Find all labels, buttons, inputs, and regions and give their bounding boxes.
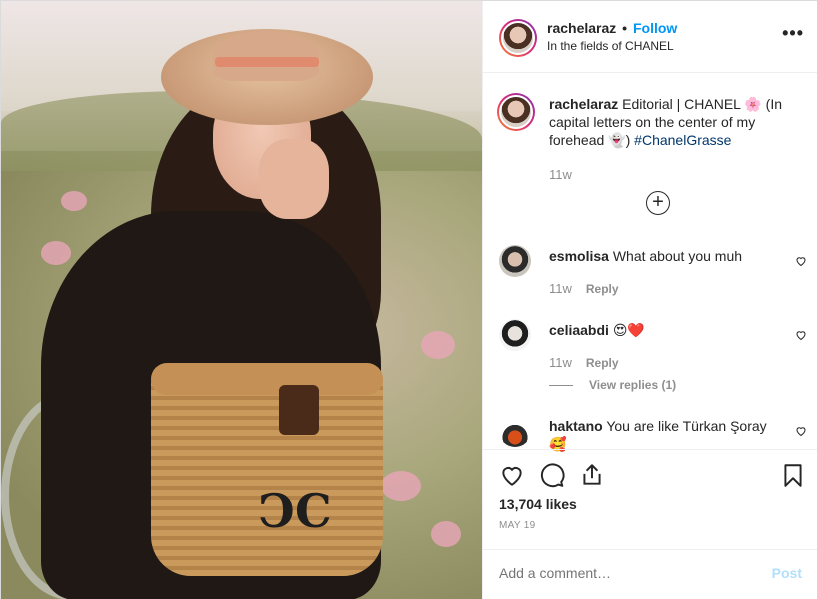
comment-time: 11w <box>549 355 572 370</box>
comment-meta: 11w Reply <box>549 281 619 296</box>
ghost-emoji: 👻 <box>608 132 626 148</box>
comment-text: 😍❤️ <box>612 322 645 338</box>
caption-text-1: Editorial | CHANEL <box>622 96 741 112</box>
view-replies-label: View replies (1) <box>589 378 677 392</box>
comment-text: What about you muh <box>612 248 743 264</box>
photo-basket-clasp <box>279 385 319 435</box>
more-options-icon[interactable]: ••• <box>782 23 804 44</box>
comment-username[interactable]: haktano <box>549 418 603 434</box>
load-more-comments-icon[interactable]: + <box>646 191 670 215</box>
post-actions: 13,704 likes MAY 19 <box>483 449 817 549</box>
photo-basket <box>151 366 383 576</box>
photo-hat-band <box>215 57 319 67</box>
reply-button[interactable]: Reply <box>586 282 619 296</box>
chanel-logo: ↃC <box>258 484 332 538</box>
photo-flower <box>431 521 461 547</box>
photo-flower <box>421 331 455 359</box>
separator-dot: • <box>622 20 628 36</box>
location-link[interactable]: In the fields of CHANEL <box>547 39 674 53</box>
post-photo[interactable]: ↃC <box>1 1 482 599</box>
comment-bubble-icon[interactable] <box>539 462 565 488</box>
like-heart-icon[interactable] <box>499 462 525 488</box>
post-header: rachelaraz • Follow In the fields of CHA… <box>483 1 817 73</box>
post-side-panel: rachelaraz • Follow In the fields of CHA… <box>482 1 817 599</box>
instagram-post: ↃC rachelaraz • Follow In the fields of … <box>0 0 817 599</box>
comment: celiaabdi 😍❤️ <box>549 321 779 339</box>
photo-hand <box>259 139 329 219</box>
photo-flower <box>41 241 71 265</box>
photo-flower <box>381 471 421 501</box>
hashtag-link[interactable]: #ChanelGrasse <box>634 132 731 148</box>
comment-time: 11w <box>549 281 572 296</box>
comment-username[interactable]: celiaabdi <box>549 322 609 338</box>
photo-basket-lid <box>151 363 383 395</box>
caption: rachelaraz Editorial | CHANEL 🌸 (In capi… <box>549 95 799 149</box>
photo-hat-crown <box>213 31 319 81</box>
comment-username[interactable]: esmolisa <box>549 248 609 264</box>
post-date: MAY 19 <box>499 520 536 531</box>
comment: esmolisa What about you muh <box>549 247 779 265</box>
view-replies-line <box>549 385 573 387</box>
post-comment-button[interactable]: Post <box>772 565 802 581</box>
header-username[interactable]: rachelaraz <box>547 20 616 36</box>
commenter-avatar[interactable] <box>499 415 531 447</box>
share-icon[interactable] <box>579 462 605 488</box>
reply-button[interactable]: Reply <box>586 356 619 370</box>
photo-flower <box>61 191 87 211</box>
commenter-avatar[interactable] <box>499 319 531 351</box>
likes-count[interactable]: 13,704 likes <box>499 496 577 512</box>
like-comment-heart-icon[interactable] <box>795 425 807 440</box>
follow-button[interactable]: Follow <box>633 20 677 36</box>
caption-username[interactable]: rachelaraz <box>549 96 618 112</box>
comment-meta: 11w Reply <box>549 355 619 370</box>
caption-text-3: ) <box>625 132 631 148</box>
view-replies-button[interactable]: View replies (1) <box>549 378 676 392</box>
header-line: rachelaraz • Follow <box>547 20 677 36</box>
caption-avatar[interactable] <box>497 93 535 131</box>
comment-input[interactable] <box>499 565 729 581</box>
add-comment-bar: Post <box>483 549 817 599</box>
like-comment-heart-icon[interactable] <box>795 255 807 270</box>
cherry-blossom-emoji: 🌸 <box>744 96 762 112</box>
caption-time: 11w <box>549 167 572 182</box>
author-avatar[interactable] <box>499 19 537 57</box>
comment: haktano You are like Türkan Şoray 🥰 <box>549 417 779 453</box>
commenter-avatar[interactable] <box>499 245 531 277</box>
bookmark-icon[interactable] <box>780 462 806 488</box>
like-comment-heart-icon[interactable] <box>795 329 807 344</box>
